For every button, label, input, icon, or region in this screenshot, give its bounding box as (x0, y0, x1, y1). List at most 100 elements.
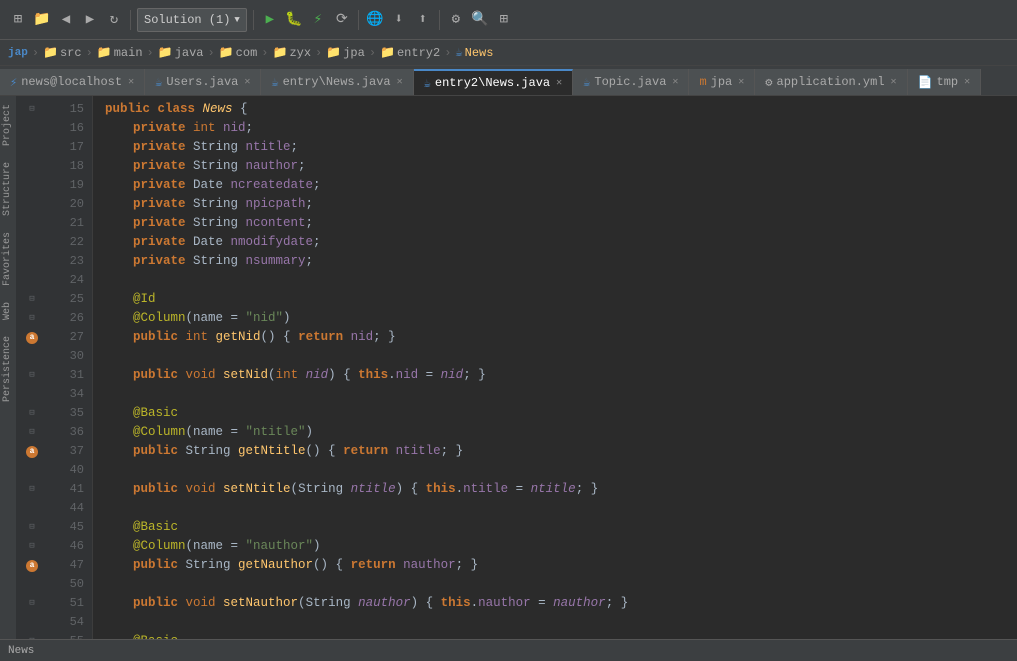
code-line-44 (105, 499, 1017, 518)
gi-25: ⊟ (16, 290, 48, 309)
side-label-project[interactable]: Project (0, 96, 16, 154)
chevron-down-icon: ▼ (234, 15, 239, 25)
tab-entry-news-java[interactable]: ☕ entry\News.java ✕ (261, 69, 413, 95)
toolbar-icon-forward[interactable]: ▶ (80, 10, 100, 30)
bc-jap[interactable]: jap (8, 47, 28, 59)
code-line-46: @Column(name = "nauthor") (105, 537, 1017, 556)
code-line-55: @Basic (105, 632, 1017, 639)
tab-close-icon3[interactable]: ✕ (397, 76, 403, 88)
tab-users-java[interactable]: ☕ Users.java ✕ (145, 69, 261, 95)
tab-close-icon2[interactable]: ✕ (244, 76, 250, 88)
side-label-persistence[interactable]: Persistence (0, 328, 16, 410)
tab-news-localhost[interactable]: ⚡ news@localhost ✕ (0, 69, 145, 95)
side-label-favorites[interactable]: Favorites (0, 224, 16, 294)
toolbar-icon-1[interactable]: ⊞ (8, 10, 28, 30)
gi-50 (16, 575, 48, 594)
tab-tmp[interactable]: 📄 tmp ✕ (908, 69, 982, 95)
folder-icon3: 📁 (158, 45, 173, 60)
tab-application-yml[interactable]: ⚙ application.yml ✕ (755, 69, 907, 95)
tab-label: news@localhost (21, 75, 122, 89)
tab-icon8: 📄 (918, 75, 933, 90)
tab-close-icon6[interactable]: ✕ (738, 76, 744, 88)
bc-main[interactable]: 📁 main (97, 45, 143, 60)
bc-entry2[interactable]: 📁 entry2 (380, 45, 440, 60)
bc-java[interactable]: 📁 java (158, 45, 204, 60)
code-line-19: private Date ncreatedate; (105, 176, 1017, 195)
globe-icon[interactable]: 🌐 (365, 10, 385, 30)
bc-news[interactable]: ☕ News (455, 45, 493, 60)
tab-close-icon4[interactable]: ✕ (556, 77, 562, 89)
code-editor[interactable]: ⊟ ⊟ ⊟ a (16, 96, 1017, 639)
gi-45: ⊟ (16, 518, 48, 537)
tab-label3: entry\News.java (283, 75, 391, 89)
bc-zyx[interactable]: 📁 zyx (272, 45, 311, 60)
gi-51: ⊟ (16, 594, 48, 613)
gi-18 (16, 157, 48, 176)
tab-topic-java[interactable]: ☕ Topic.java ✕ (573, 69, 689, 95)
tabs-bar: ⚡ news@localhost ✕ ☕ Users.java ✕ ☕ entr… (0, 66, 1017, 96)
refresh-icon[interactable]: ⟳ (332, 10, 352, 30)
folder-icon6: 📁 (326, 45, 341, 60)
search-icon[interactable]: 🔍 (470, 10, 490, 30)
sep4 (439, 10, 440, 30)
gi-36: ⊟ (16, 423, 48, 442)
run-icon[interactable]: ▶ (260, 10, 280, 30)
gi-47: a (16, 556, 48, 575)
code-line-50 (105, 575, 1017, 594)
gi-54 (16, 613, 48, 632)
side-label-web[interactable]: Web (0, 294, 16, 328)
solution-dropdown[interactable]: Solution (1) ▼ (137, 8, 247, 32)
code-line-22: private Date nmodifydate; (105, 233, 1017, 252)
toolbar-icon-back[interactable]: ◀ (56, 10, 76, 30)
toolbar-icon-folder[interactable]: 📁 (32, 10, 52, 30)
gi-22 (16, 233, 48, 252)
build-icon[interactable]: ⚡ (308, 10, 328, 30)
gi-16 (16, 119, 48, 138)
tab-close-icon5[interactable]: ✕ (672, 76, 678, 88)
sep: › (32, 46, 39, 60)
sep1 (130, 10, 131, 30)
tab-icon5: ☕ (583, 75, 590, 90)
gutter-icons: ⊟ ⊟ ⊟ a (16, 96, 48, 639)
code-line-27: public int getNid() { return nid; } (105, 328, 1017, 347)
sep: › (444, 46, 451, 60)
tab-label8: tmp (937, 75, 959, 89)
code-line-36: @Column(name = "ntitle") (105, 423, 1017, 442)
tab-jpa[interactable]: m jpa ✕ (689, 69, 755, 95)
tab-icon2: ☕ (155, 75, 162, 90)
code-line-15: public class News { (105, 100, 1017, 119)
gi-30 (16, 347, 48, 366)
side-label-structure[interactable]: Structure (0, 154, 16, 224)
bc-com[interactable]: 📁 com (219, 45, 258, 60)
toolbar-icon-refresh[interactable]: ↻ (104, 10, 124, 30)
gi-34 (16, 385, 48, 404)
code-line-37: public String getNtitle() { return ntitl… (105, 442, 1017, 461)
bc-src[interactable]: 📁 src (43, 45, 82, 60)
settings-icon[interactable]: ⚙ (446, 10, 466, 30)
tab-icon4: ☕ (424, 76, 431, 91)
sep: › (369, 46, 376, 60)
line-numbers: 15 16 17 18 19 20 21 22 23 24 25 26 27 3… (48, 96, 93, 639)
gi-55: ⊟ (16, 632, 48, 639)
java-file-icon: ☕ (455, 45, 462, 60)
down-icon[interactable]: ⬇ (389, 10, 409, 30)
folder-icon7: 📁 (380, 45, 395, 60)
tab-label5: Topic.java (594, 75, 666, 89)
up-icon[interactable]: ⬆ (413, 10, 433, 30)
toolbar: ⊞ 📁 ◀ ▶ ↻ Solution (1) ▼ ▶ 🐛 ⚡ ⟳ 🌐 ⬇ ⬆ ⚙… (0, 0, 1017, 40)
layout-icon[interactable]: ⊞ (494, 10, 514, 30)
code-line-31: public void setNid(int nid) { this.nid =… (105, 366, 1017, 385)
code-content[interactable]: public class News { private int nid; pri… (93, 96, 1017, 639)
tab-entry2-news-java[interactable]: ☕ entry2\News.java ✕ (414, 69, 573, 95)
tab-close-icon7[interactable]: ✕ (891, 76, 897, 88)
code-line-24 (105, 271, 1017, 290)
debug-icon[interactable]: 🐛 (284, 10, 304, 30)
tab-close-icon8[interactable]: ✕ (964, 76, 970, 88)
bc-jpa[interactable]: 📁 jpa (326, 45, 365, 60)
tab-close-icon[interactable]: ✕ (128, 76, 134, 88)
gi-15: ⊟ (16, 100, 48, 119)
gi-27: a (16, 328, 48, 347)
sep: › (261, 46, 268, 60)
tab-label4: entry2\News.java (435, 76, 550, 90)
code-line-41: public void setNtitle(String ntitle) { t… (105, 480, 1017, 499)
